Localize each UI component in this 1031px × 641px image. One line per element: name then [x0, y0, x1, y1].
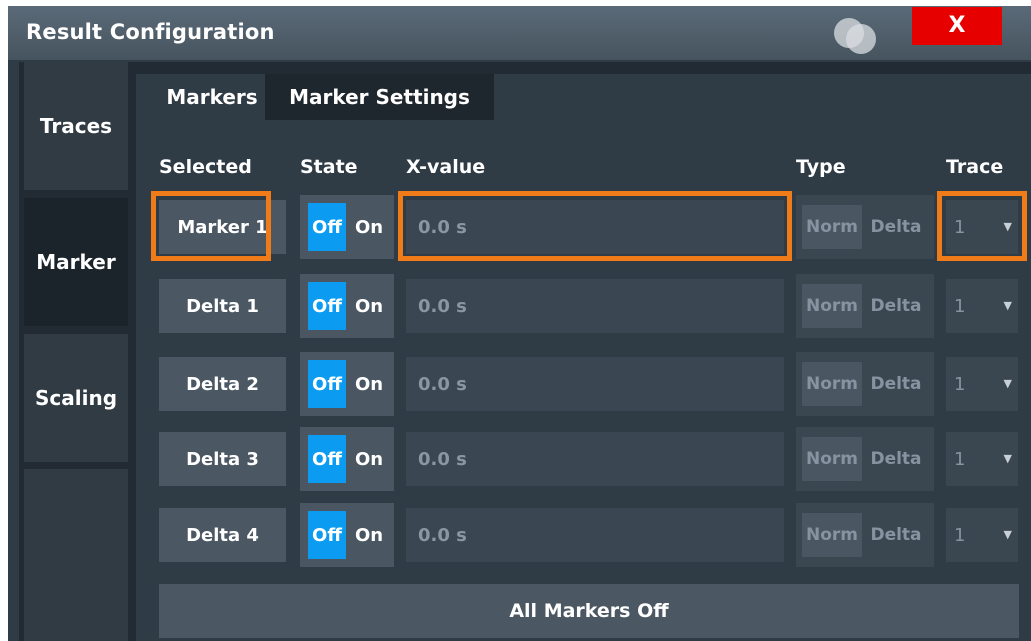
state-off[interactable]: Off [308, 203, 346, 251]
tab-marker-settings[interactable]: Marker Settings [265, 74, 494, 120]
state-on[interactable]: On [348, 511, 390, 559]
type-toggle[interactable]: Norm Delta [796, 195, 934, 259]
state-toggle[interactable]: Off On [300, 195, 394, 259]
side-tab-label: Traces [39, 114, 113, 138]
type-toggle[interactable]: Norm Delta [796, 352, 934, 416]
selected-highlight [937, 191, 1027, 261]
column-header-x-value: X-value [406, 156, 486, 178]
overlapping-circles-icon [830, 18, 880, 54]
state-off[interactable]: Off [308, 511, 346, 559]
x-value-field[interactable]: 0.0 s [406, 279, 784, 333]
selected-highlight [398, 191, 792, 261]
state-toggle[interactable]: Off On [300, 352, 394, 416]
tab-label: Markers [166, 85, 258, 109]
column-header-type: Type [796, 156, 846, 178]
trace-value: 1 [954, 373, 966, 395]
type-toggle[interactable]: Norm Delta [796, 427, 934, 491]
column-header-state: State [300, 156, 358, 178]
state-off[interactable]: Off [308, 360, 346, 408]
side-tab-label: Marker [36, 250, 116, 274]
chevron-down-icon: ▼ [1003, 528, 1012, 541]
type-norm[interactable]: Norm [802, 284, 862, 328]
state-toggle[interactable]: Off On [300, 427, 394, 491]
type-delta[interactable]: Delta [864, 284, 928, 328]
chevron-down-icon: ▼ [1003, 299, 1012, 312]
dialog-body: Traces Marker Scaling Markers Marker Set… [19, 62, 1031, 641]
markers-panel: Markers Marker Settings Selected State X… [136, 74, 1031, 641]
type-norm[interactable]: Norm [802, 513, 862, 557]
select-delta-4-button[interactable]: Delta 4 [159, 508, 286, 562]
marker-name: Delta 3 [186, 448, 259, 470]
trace-select[interactable]: 1 ▼ [946, 508, 1018, 562]
trace-value: 1 [954, 524, 966, 546]
side-tab-scaling[interactable]: Scaling [24, 334, 128, 462]
select-delta-3-button[interactable]: Delta 3 [159, 432, 286, 486]
marker-name: Delta 4 [186, 524, 259, 546]
x-value-field[interactable]: 0.0 s [406, 357, 784, 411]
trace-select[interactable]: 1 ▼ [946, 357, 1018, 411]
select-delta-1-button[interactable]: Delta 1 [159, 279, 286, 333]
type-delta[interactable]: Delta [864, 437, 928, 481]
type-delta[interactable]: Delta [864, 362, 928, 406]
trace-select[interactable]: 1 ▼ [946, 432, 1018, 486]
type-norm[interactable]: Norm [802, 205, 862, 249]
chevron-down-icon: ▼ [1003, 377, 1012, 390]
marker-name: Delta 1 [186, 295, 259, 317]
all-markers-off-label: All Markers Off [509, 600, 669, 622]
state-toggle[interactable]: Off On [300, 274, 394, 338]
trace-select[interactable]: 1 ▼ [946, 279, 1018, 333]
side-tab-traces[interactable]: Traces [24, 62, 128, 190]
type-delta[interactable]: Delta [864, 205, 928, 249]
state-toggle[interactable]: Off On [300, 503, 394, 567]
column-header-trace: Trace [946, 156, 1004, 178]
select-delta-2-button[interactable]: Delta 2 [159, 357, 286, 411]
dialog-title: Result Configuration [26, 20, 275, 44]
state-off[interactable]: Off [308, 435, 346, 483]
marker-name: Delta 2 [186, 373, 259, 395]
state-off[interactable]: Off [308, 282, 346, 330]
side-tab-label: Scaling [34, 386, 118, 410]
column-header-selected: Selected [159, 156, 252, 178]
x-value-field[interactable]: 0.0 s [406, 508, 784, 562]
state-on[interactable]: On [348, 282, 390, 330]
side-tab-filler [24, 469, 128, 641]
tab-markers[interactable]: Markers [159, 74, 265, 120]
state-on[interactable]: On [348, 203, 390, 251]
type-norm[interactable]: Norm [802, 437, 862, 481]
all-markers-off-button[interactable]: All Markers Off [159, 584, 1019, 638]
type-toggle[interactable]: Norm Delta [796, 503, 934, 567]
title-bar[interactable]: Result Configuration X [8, 6, 1031, 60]
x-value-field[interactable]: 0.0 s [406, 432, 784, 486]
result-configuration-dialog: Result Configuration X Traces Marker Sca… [8, 6, 1031, 641]
type-toggle[interactable]: Norm Delta [796, 274, 934, 338]
selected-highlight [151, 191, 271, 261]
close-icon: X [948, 13, 966, 38]
trace-value: 1 [954, 448, 966, 470]
tab-label: Marker Settings [289, 85, 470, 109]
state-on[interactable]: On [348, 360, 390, 408]
type-delta[interactable]: Delta [864, 513, 928, 557]
close-button[interactable]: X [912, 7, 1002, 45]
state-on[interactable]: On [348, 435, 390, 483]
chevron-down-icon: ▼ [1003, 452, 1012, 465]
side-tab-marker[interactable]: Marker [24, 198, 128, 326]
trace-value: 1 [954, 295, 966, 317]
type-norm[interactable]: Norm [802, 362, 862, 406]
